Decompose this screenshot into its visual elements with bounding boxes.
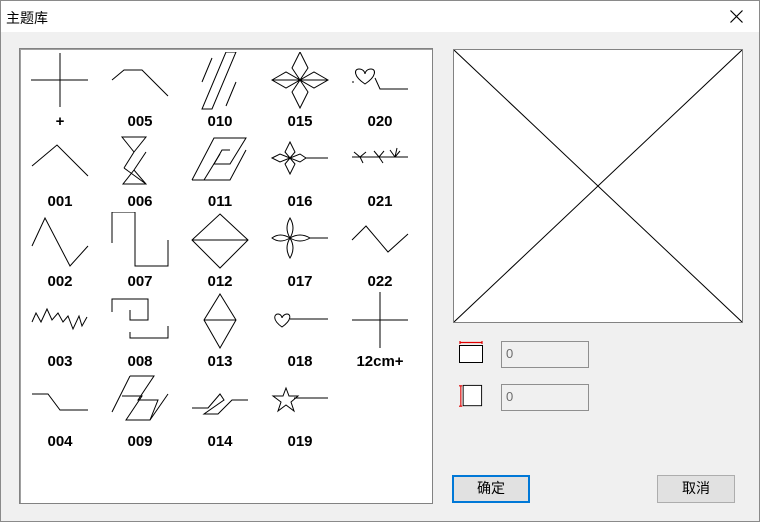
slant-pattern-icon bbox=[201, 52, 237, 110]
pattern-label: 020 bbox=[367, 113, 393, 130]
loop-step-pattern-icon bbox=[192, 393, 248, 415]
pattern-item-plus[interactable]: + bbox=[30, 52, 90, 130]
pattern-label: 003 bbox=[47, 353, 73, 370]
pattern-item-010[interactable]: 010 bbox=[190, 52, 250, 130]
pattern-label: 018 bbox=[287, 353, 313, 370]
pattern-item-011[interactable]: 011 bbox=[190, 132, 250, 210]
pattern-item-012[interactable]: 012 bbox=[190, 212, 250, 290]
pattern-label: 007 bbox=[127, 273, 153, 290]
pattern-label: 017 bbox=[287, 273, 313, 290]
width-input[interactable]: 0 bbox=[501, 341, 589, 368]
greek-key-pattern-icon bbox=[111, 298, 169, 339]
large-zigzag-pattern-icon bbox=[31, 216, 89, 267]
pattern-label: 015 bbox=[287, 113, 313, 130]
pattern-item-008[interactable]: 008 bbox=[110, 292, 170, 370]
pattern-label: 006 bbox=[127, 193, 153, 210]
pattern-label: 12cm+ bbox=[356, 353, 404, 370]
height-input[interactable]: 0 bbox=[501, 384, 589, 411]
pattern-item-014[interactable]: 014 bbox=[190, 372, 250, 450]
pattern-label: 014 bbox=[207, 433, 233, 450]
pattern-label: 004 bbox=[47, 433, 73, 450]
pattern-label: 011 bbox=[207, 193, 233, 210]
pattern-preview bbox=[453, 49, 743, 323]
pattern-label: 013 bbox=[207, 353, 233, 370]
trapezoid-wave-pattern-icon bbox=[111, 69, 169, 97]
tall-diamond-pattern-icon bbox=[203, 293, 237, 350]
pattern-item-002[interactable]: 002 bbox=[30, 212, 90, 290]
pattern-label: 001 bbox=[47, 193, 73, 210]
pattern-item-021[interactable]: 021 bbox=[350, 132, 410, 210]
small-zigzag-pattern-icon bbox=[31, 307, 88, 331]
pattern-item-005[interactable]: 005 bbox=[110, 52, 170, 130]
four-petal-pattern-icon bbox=[270, 52, 330, 110]
pattern-label: 012 bbox=[207, 273, 233, 290]
height-dimension-icon bbox=[459, 384, 483, 407]
pattern-label: 019 bbox=[287, 433, 313, 450]
pattern-item-017[interactable]: 017 bbox=[270, 212, 330, 290]
wave-pattern-icon bbox=[32, 393, 88, 411]
cancel-button[interactable]: 取消 bbox=[657, 475, 735, 503]
plus-pattern-icon bbox=[31, 53, 88, 107]
pattern-item-006[interactable]: 006 bbox=[110, 132, 170, 210]
empty-preview-cross-icon bbox=[454, 50, 742, 322]
pattern-label: 009 bbox=[127, 433, 153, 450]
pattern-label: 008 bbox=[127, 353, 153, 370]
large-plus-pattern-icon bbox=[352, 292, 408, 348]
hourglass-pattern-icon bbox=[120, 136, 148, 185]
pattern-item-001[interactable]: 001 bbox=[30, 132, 90, 210]
pattern-label: 016 bbox=[287, 193, 313, 210]
spiral-pattern-icon bbox=[191, 137, 247, 181]
theme-library-dialog: 主题库 + 001 002 003 004 005 006 007 008 00… bbox=[0, 0, 760, 522]
pattern-item-016[interactable]: 016 bbox=[270, 132, 330, 210]
close-icon bbox=[730, 10, 743, 23]
pattern-item-015[interactable]: 015 bbox=[270, 52, 330, 130]
pattern-label: 002 bbox=[47, 273, 73, 290]
pattern-item-007[interactable]: 007 bbox=[110, 212, 170, 290]
heart-pattern-icon bbox=[352, 68, 408, 90]
star-pattern-icon bbox=[271, 386, 328, 413]
chevron-wave-pattern-icon bbox=[351, 225, 409, 253]
pattern-item-019[interactable]: 019 bbox=[270, 372, 330, 450]
pattern-label: 010 bbox=[207, 113, 233, 130]
small-heart-pattern-icon bbox=[274, 313, 328, 328]
title-bar: 主题库 bbox=[1, 1, 759, 32]
flower-line-pattern-icon bbox=[270, 140, 328, 176]
pattern-item-004[interactable]: 004 bbox=[30, 372, 90, 450]
diamond-pattern-icon bbox=[191, 213, 249, 269]
window-title: 主题库 bbox=[6, 11, 48, 27]
width-dimension-icon bbox=[459, 341, 483, 363]
pattern-item-12cm[interactable]: 12cm+ bbox=[350, 292, 410, 370]
pattern-list[interactable]: + 001 002 003 004 005 006 007 008 009 01… bbox=[19, 48, 433, 504]
pattern-label: 022 bbox=[367, 273, 393, 290]
pattern-label: + bbox=[55, 113, 65, 130]
pattern-item-013[interactable]: 013 bbox=[190, 292, 250, 370]
pattern-item-009[interactable]: 009 bbox=[110, 372, 170, 450]
sprig-pattern-icon bbox=[352, 147, 408, 164]
close-button[interactable] bbox=[713, 1, 759, 32]
pattern-label: 005 bbox=[127, 113, 153, 130]
z-parallelogram-pattern-icon bbox=[111, 375, 169, 421]
pattern-item-003[interactable]: 003 bbox=[30, 292, 90, 370]
square-wave-pattern-icon bbox=[111, 212, 169, 267]
ok-button[interactable]: 确定 bbox=[452, 475, 530, 503]
pattern-item-022[interactable]: 022 bbox=[350, 212, 410, 290]
pattern-label: 021 bbox=[367, 193, 393, 210]
zigzag-pattern-icon bbox=[31, 144, 89, 177]
leaf-flower-pattern-icon bbox=[271, 217, 328, 259]
pattern-item-020[interactable]: 020 bbox=[350, 52, 410, 130]
pattern-item-018[interactable]: 018 bbox=[270, 292, 330, 370]
